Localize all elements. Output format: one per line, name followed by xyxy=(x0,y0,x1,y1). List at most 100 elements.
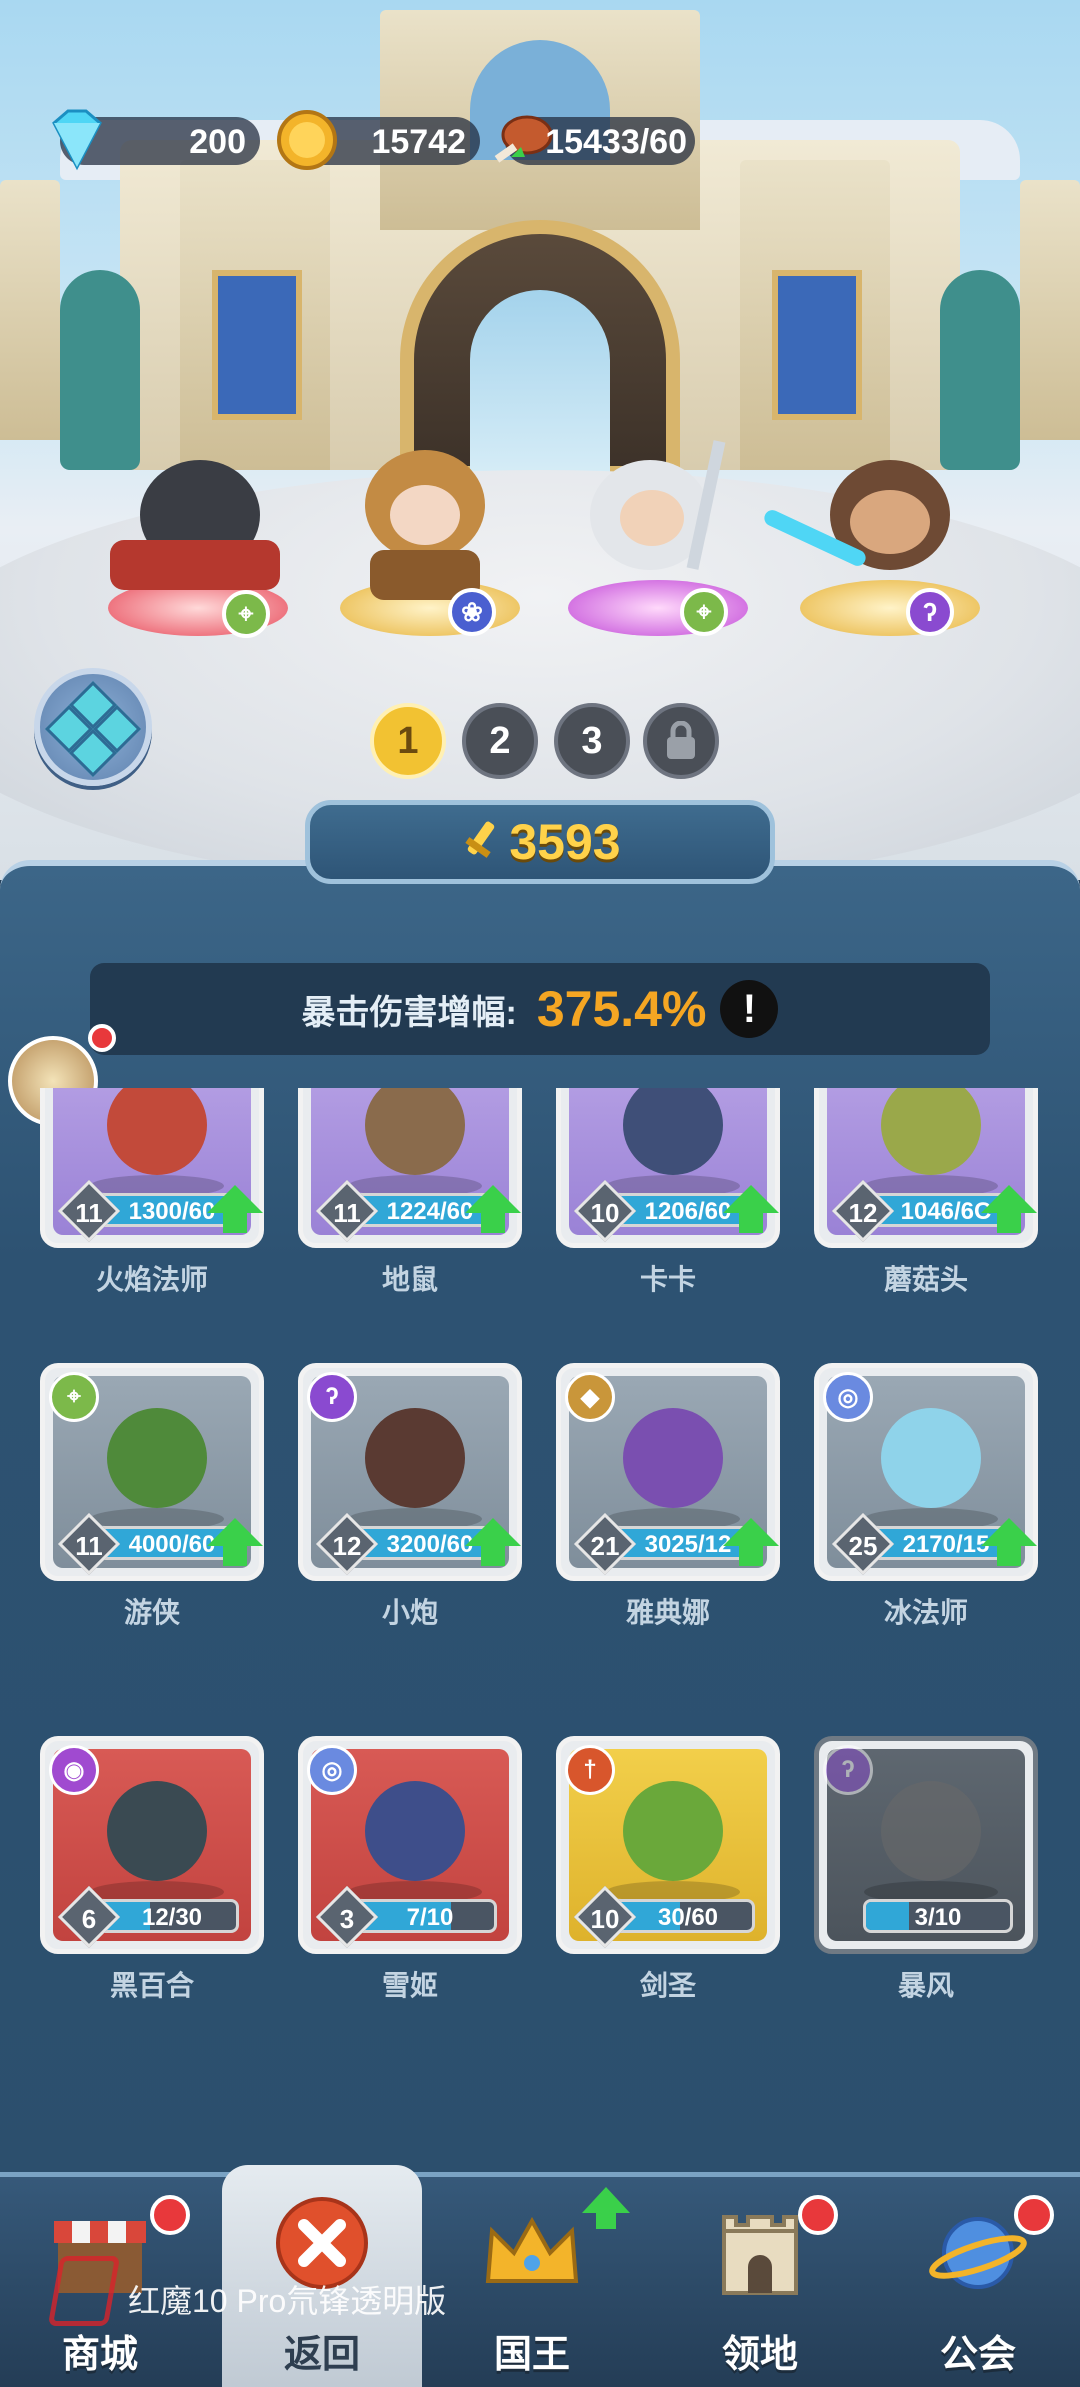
exclamation-icon: ! xyxy=(742,986,757,1031)
ice-class-icon: ◎ xyxy=(823,1372,873,1422)
hero-name: 卡卡 xyxy=(639,1264,696,1295)
upgrade-arrow-stem xyxy=(596,2211,616,2229)
close-icon xyxy=(272,2189,372,2289)
hero-card[interactable]: ◉ 12/30 6 xyxy=(40,1736,264,1954)
gold-count: 15742 xyxy=(371,123,466,161)
hero-slot-1[interactable]: ⌖ xyxy=(110,440,280,638)
hero-slot-2[interactable]: ❀ xyxy=(340,440,510,636)
notification-dot xyxy=(798,2195,838,2235)
team-tab-2[interactable]: 2 xyxy=(462,703,538,779)
warrior-class-icon: † xyxy=(565,1745,615,1795)
ranger-class-icon: ⌖ xyxy=(222,590,270,638)
hero-face xyxy=(620,490,684,546)
hero-level: 11 xyxy=(75,1198,103,1228)
support-class-icon: ◆ xyxy=(565,1372,615,1422)
tree xyxy=(940,270,1020,470)
team-tab-3[interactable]: 3 xyxy=(554,703,630,779)
hero-slot-3[interactable]: ⌖ xyxy=(560,440,750,636)
info-button[interactable]: ! xyxy=(720,980,779,1038)
gold-counter[interactable]: 15742 xyxy=(277,110,480,170)
gem-counter[interactable]: 200 xyxy=(52,109,260,171)
hero-card[interactable]: 1300/60 11 xyxy=(40,1088,264,1248)
hero-name: 游侠 xyxy=(123,1597,180,1628)
hero-card[interactable]: ◆ 3025/12 21 xyxy=(556,1363,780,1581)
hero-portrait-icon xyxy=(107,1408,207,1508)
hero-level: 25 xyxy=(848,1531,878,1561)
device-logo xyxy=(47,2256,121,2326)
hero-level: 11 xyxy=(333,1198,361,1228)
paw-class-icon: ❀ xyxy=(448,588,496,636)
hero-card[interactable]: 1206/60 10 xyxy=(556,1088,780,1248)
hero-card[interactable]: 1046/6C 12 xyxy=(814,1088,1038,1248)
hero-name: 雅典娜 xyxy=(625,1597,710,1628)
hero-card[interactable]: ◎ 2170/15 25 xyxy=(814,1363,1038,1581)
hero-portrait-icon xyxy=(365,1408,465,1508)
hero-name: 蘑菇头 xyxy=(883,1264,968,1295)
team-tab-locked[interactable] xyxy=(643,703,719,779)
hero-name: 黑百合 xyxy=(109,1970,194,2001)
hero-shard-progress: 3/10 xyxy=(863,1899,1013,1933)
upgrade-arrow-icon xyxy=(465,1185,521,1233)
hero-level: 21 xyxy=(590,1531,620,1561)
notification-dot xyxy=(88,1024,116,1052)
upgrade-arrow-icon xyxy=(207,1518,263,1566)
nav-label: 领地 xyxy=(721,2334,798,2376)
hero-portrait-icon xyxy=(623,1781,723,1881)
stamina-counter[interactable]: 15433/60 xyxy=(494,115,695,165)
formation-button[interactable] xyxy=(34,668,152,786)
hero-card[interactable]: ʔ 3/10 xyxy=(814,1736,1038,1954)
castle-scene: ⌖ ❀ ⌖ ʔ 200 15742 15433/60 1 2 3 xyxy=(0,0,1080,880)
upgrade-arrow-icon xyxy=(207,1185,263,1233)
nav-king[interactable]: 国王 xyxy=(432,2177,632,2387)
hero-level: 6 xyxy=(81,1904,97,1934)
upgrade-arrow-icon xyxy=(582,2187,630,2213)
nav-territory[interactable]: 领地 xyxy=(660,2177,860,2387)
castle-banner xyxy=(212,270,302,420)
crit-damage-label: 暴击伤害增幅: xyxy=(301,993,517,1032)
nav-label: 公会 xyxy=(939,2334,1016,2376)
hero-name: 冰法师 xyxy=(883,1597,968,1628)
hero-name: 雪姬 xyxy=(381,1970,438,2001)
hero-level: 10 xyxy=(590,1198,620,1228)
hero-level: 12 xyxy=(848,1198,878,1228)
hero-card[interactable]: † 30/60 10 xyxy=(556,1736,780,1954)
upgrade-arrow-icon xyxy=(981,1185,1037,1233)
nav-guild[interactable]: 公会 xyxy=(878,2177,1078,2387)
hero-portrait-icon xyxy=(623,1408,723,1508)
castle-tower xyxy=(0,180,60,440)
assassin-class-icon: ◉ xyxy=(49,1745,99,1795)
hero-level: 10 xyxy=(590,1904,620,1934)
team-power-box: 3593 xyxy=(305,800,775,884)
nav-label: 商城 xyxy=(61,2334,138,2376)
castle-icon xyxy=(710,2201,810,2301)
gold-coin-icon xyxy=(274,109,340,171)
team-power-value: 3593 xyxy=(509,814,621,870)
hero-level: 3 xyxy=(339,1904,355,1934)
hero-slot-4[interactable]: ʔ xyxy=(761,450,970,636)
hero-portrait-icon xyxy=(881,1408,981,1508)
castle-tower xyxy=(1020,180,1080,440)
hero-level: 11 xyxy=(75,1531,103,1561)
hero-card[interactable]: 1224/60 11 xyxy=(298,1088,522,1248)
hero-name: 小炮 xyxy=(381,1597,438,1628)
hero-portrait-icon xyxy=(881,1781,981,1881)
gem-count: 200 xyxy=(189,123,246,161)
hero-level: 12 xyxy=(332,1531,362,1561)
hero-card[interactable]: ⌖ 4000/60 11 xyxy=(40,1363,264,1581)
hero-card[interactable]: ʔ 3200/60 12 xyxy=(298,1363,522,1581)
device-watermark: 红魔10 Pro氘锋透明版 xyxy=(128,2283,447,2319)
mage-class-icon: ʔ xyxy=(823,1745,873,1795)
stamina-count: 15433/60 xyxy=(545,123,687,161)
notification-dot xyxy=(1014,2195,1054,2235)
notification-dot xyxy=(150,2195,190,2235)
power-sword-icon xyxy=(459,822,499,862)
crown-icon xyxy=(482,2201,582,2301)
planet-icon xyxy=(928,2201,1028,2301)
ranger-class-icon: ⌖ xyxy=(49,1372,99,1422)
nav-label: 国王 xyxy=(493,2334,570,2376)
hero-name: 暴风 xyxy=(897,1970,954,2001)
hero-card[interactable]: ◎ 7/10 3 xyxy=(298,1736,522,1954)
team-tab-1[interactable]: 1 xyxy=(370,703,446,779)
diamond-icon xyxy=(44,109,110,171)
upgrade-arrow-icon xyxy=(723,1185,779,1233)
